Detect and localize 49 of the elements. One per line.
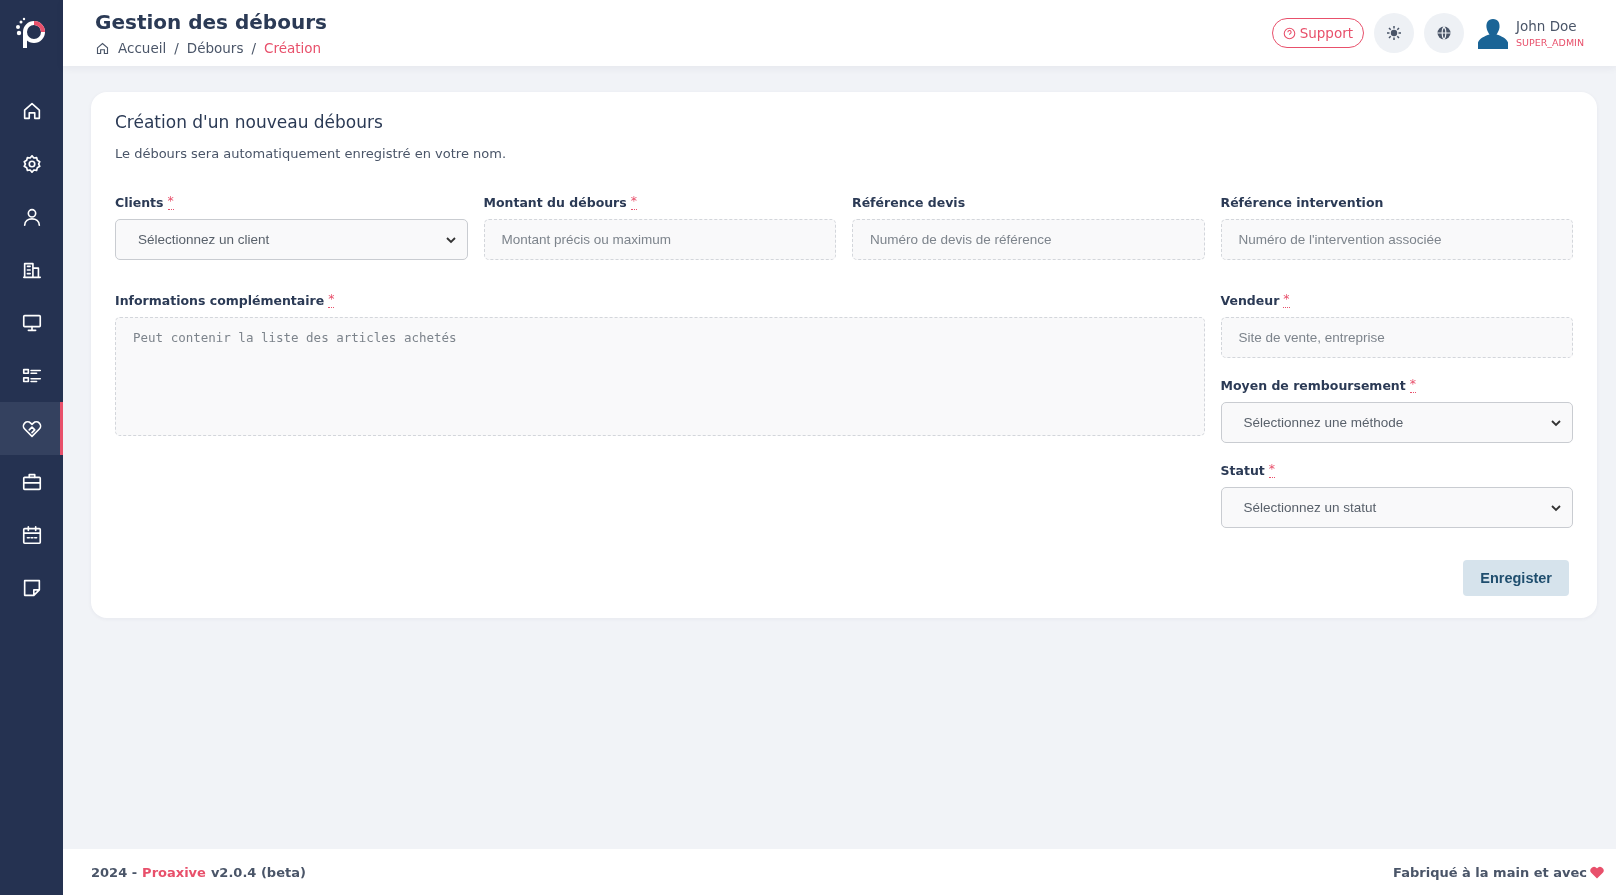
input-field[interactable]: Numéro de l'intervention associée <box>1220 219 1573 260</box>
textarea-field[interactable]: Peut contenir la liste des articles achetés <box>115 317 1205 436</box>
theme-button[interactable] <box>1374 13 1414 53</box>
input-field[interactable]: Numéro de devis de référence <box>852 219 1205 260</box>
field-label: Référence devis <box>852 195 966 210</box>
breadcrumb-separator: / <box>251 40 256 56</box>
page-title: Gestion des débours <box>95 10 327 34</box>
heart-icon <box>1590 865 1604 879</box>
user-name: John Doe <box>1516 18 1578 34</box>
home-icon <box>95 40 110 56</box>
brand-link[interactable]: Proaxive <box>142 864 206 880</box>
globe-icon <box>1436 25 1452 41</box>
save-button[interactable]: Enregister <box>1463 560 1569 596</box>
footer-credit: Fabriqué à la main et avec <box>1393 864 1587 880</box>
required-mark: * <box>1409 378 1416 393</box>
footer-year: 2024 - <box>91 864 138 880</box>
form-title: Création d'un nouveau débours <box>115 112 384 132</box>
field-label: Moyen de remboursement <box>1220 378 1406 393</box>
avatar-icon <box>1478 17 1508 49</box>
form-description: Le débours sera automatiquement enregistré en votre nom. <box>115 146 508 161</box>
gear-icon <box>20 152 43 175</box>
field-label: Clients <box>115 195 164 210</box>
footer-version: v2.0.4 (beta) <box>210 864 306 880</box>
required-mark: * <box>630 195 637 210</box>
select-field[interactable]: Sélectionnez une méthode <box>1220 402 1573 443</box>
input-field[interactable]: Montant précis ou maximum <box>483 219 836 260</box>
field-label: Informations complémentaire <box>115 293 325 308</box>
input-field[interactable]: Site de vente, entreprise <box>1220 317 1573 358</box>
sidebar-nav-button[interactable] <box>0 402 63 455</box>
select-field[interactable]: Sélectionnez un client <box>115 219 468 260</box>
language-button[interactable] <box>1424 13 1464 53</box>
support-button[interactable]: Support <box>1271 18 1364 48</box>
field-label: Montant du débours <box>483 195 627 210</box>
breadcrumb-separator: / <box>174 40 179 56</box>
required-mark: * <box>1283 293 1290 308</box>
field-label: Référence intervention <box>1220 195 1384 210</box>
calendar-icon <box>20 523 43 546</box>
sun-icon <box>1386 25 1402 41</box>
breadcrumb-link[interactable]: Création <box>264 40 322 56</box>
field-label: Vendeur <box>1220 293 1280 308</box>
required-mark: * <box>1268 463 1275 478</box>
breadcrumb-link[interactable]: Débours <box>186 40 244 56</box>
help-icon <box>1282 26 1296 40</box>
field-label: Statut <box>1220 463 1265 478</box>
user-role: SUPER_ADMIN <box>1516 37 1584 48</box>
required-mark: * <box>167 195 174 210</box>
breadcrumb-link[interactable]: Accueil <box>118 40 167 56</box>
required-mark: * <box>328 293 335 308</box>
select-field[interactable]: Sélectionnez un statut <box>1220 487 1573 528</box>
